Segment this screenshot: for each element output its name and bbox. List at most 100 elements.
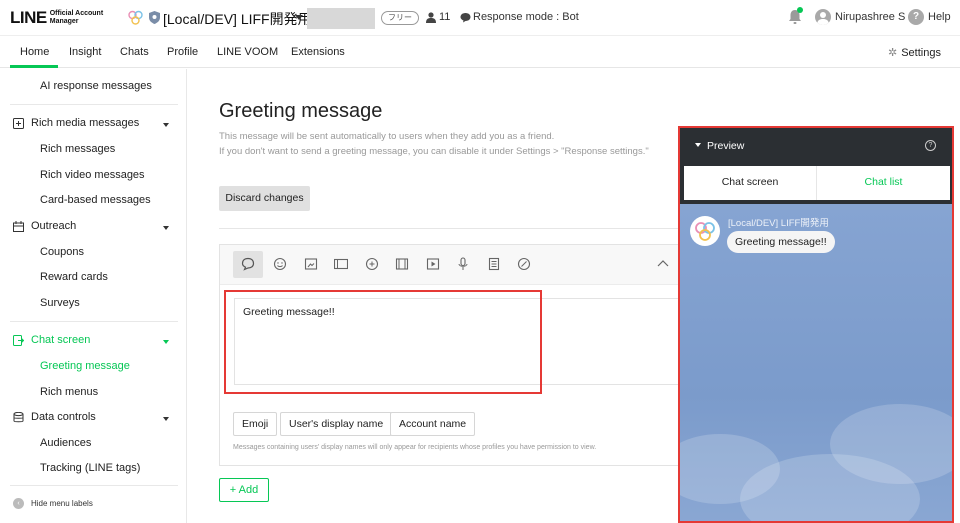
page-description-line-1: This message will be sent automatically …: [219, 131, 555, 142]
redacted-account-id: [307, 8, 375, 29]
sidebar-item-audiences[interactable]: Audiences: [40, 437, 91, 449]
account-name[interactable]: [Local/DEV] LIFF開発用: [163, 9, 312, 29]
friends-count: 11: [439, 11, 451, 23]
main-nav: Home Insight Chats Profile LINE VOOM Ext…: [0, 36, 960, 68]
sidebar-item-tracking[interactable]: Tracking (LINE tags): [40, 462, 140, 474]
tab-profile[interactable]: Profile: [167, 46, 198, 58]
add-coupon-icon[interactable]: [365, 257, 379, 271]
tab-line-voom[interactable]: LINE VOOM: [217, 46, 278, 58]
logo-sub-text: Official Account Manager: [50, 10, 103, 26]
page-title: Greeting message: [219, 100, 383, 122]
sidebar-item-rich-menus[interactable]: Rich menus: [40, 386, 98, 398]
user-name[interactable]: Nirupashree S: [835, 11, 905, 23]
sidebar-section-label: Rich media messages: [31, 117, 140, 129]
sidebar-section-rich-media[interactable]: Rich media messages: [13, 117, 139, 129]
outreach-icon: [13, 220, 24, 232]
help-link[interactable]: Help: [928, 11, 951, 23]
page-description-line-2: If you don't want to send a greeting mes…: [219, 146, 649, 157]
sidebar-item-rich-video[interactable]: Rich video messages: [40, 169, 145, 181]
sidebar-divider: [10, 104, 178, 105]
sidebar-section-chat-screen[interactable]: Chat screen: [13, 334, 90, 346]
sidebar-item-surveys[interactable]: Surveys: [40, 297, 80, 309]
preview-tabs: Chat screen Chat list: [680, 162, 952, 204]
account-switch-caret-icon[interactable]: [295, 15, 303, 20]
sidebar-divider: [10, 485, 178, 486]
chevron-down-icon[interactable]: [163, 340, 169, 344]
notification-dot: [797, 7, 803, 13]
chat-screen-icon: [13, 334, 24, 346]
account-avatar-icon[interactable]: [127, 9, 144, 26]
chevron-up-icon[interactable]: [657, 259, 669, 267]
video-icon[interactable]: [334, 257, 348, 271]
play-video-icon[interactable]: [426, 257, 440, 271]
tab-chat-screen[interactable]: Chat screen: [684, 166, 816, 200]
greeting-message-bubble: Greeting message!!: [727, 231, 835, 253]
preview-header[interactable]: Preview ?: [680, 128, 952, 162]
sticker-icon[interactable]: [273, 257, 287, 271]
rich-media-icon: [13, 117, 24, 129]
tab-insight[interactable]: Insight: [69, 46, 101, 58]
database-icon: [13, 411, 24, 422]
account-avatar: [690, 216, 720, 246]
user-silhouette-icon: [817, 12, 829, 25]
greeting-message-input[interactable]: Greeting message!!: [234, 298, 690, 385]
chevron-down-icon[interactable]: [163, 226, 169, 230]
sidebar-divider: [10, 321, 178, 322]
tab-extensions[interactable]: Extensions: [291, 46, 345, 58]
response-mode-status[interactable]: Response mode : Bot: [473, 11, 579, 23]
tab-chats[interactable]: Chats: [120, 46, 149, 58]
sidebar-item-card-based[interactable]: Card-based messages: [40, 194, 151, 206]
add-message-button[interactable]: + Add: [219, 478, 269, 502]
line-oa-manager-logo[interactable]: LINE Official Account Manager: [10, 8, 103, 28]
chevron-down-icon[interactable]: [163, 417, 169, 421]
friends-icon: [426, 12, 436, 23]
preview-panel: Preview ? Chat screen Chat list [Local/D…: [678, 126, 954, 523]
hide-menu-labels-button[interactable]: ‹ Hide menu labels: [13, 498, 93, 509]
message-type-toolbar: [220, 245, 689, 285]
logo-sub-line-1: Official Account: [49, 10, 104, 17]
sidebar-item-ai-response[interactable]: AI response messages: [40, 80, 152, 92]
tab-home[interactable]: Home: [20, 46, 49, 58]
discard-changes-button[interactable]: Discard changes: [219, 186, 310, 211]
sidebar-section-label: Chat screen: [31, 334, 91, 346]
preview-title: Preview: [707, 140, 745, 152]
settings-link[interactable]: ✲ Settings: [888, 46, 941, 59]
plan-badge: フリー: [381, 11, 419, 25]
text-message-icon[interactable]: [241, 257, 255, 271]
sidebar-section-outreach[interactable]: Outreach: [13, 220, 76, 232]
sidebar-section-data-controls[interactable]: Data controls: [13, 411, 96, 423]
chat-bubble-icon: [460, 13, 471, 23]
sidebar-item-rich-messages[interactable]: Rich messages: [40, 143, 115, 155]
rich-video-icon[interactable]: [395, 257, 409, 271]
survey-icon[interactable]: [487, 257, 501, 271]
logo-sub-line-2: Manager: [49, 18, 79, 25]
section-divider: [219, 228, 679, 229]
sidebar-section-label: Outreach: [31, 220, 77, 232]
preview-help-icon[interactable]: ?: [925, 140, 936, 151]
image-icon[interactable]: [304, 257, 318, 271]
top-bar: LINE Official Account Manager [Local/DEV…: [0, 0, 960, 36]
collapse-arrow-icon: ‹: [13, 498, 24, 509]
logo-main-text: LINE: [10, 8, 47, 27]
sidebar-item-coupons[interactable]: Coupons: [40, 246, 84, 258]
sidebar-item-reward-cards[interactable]: Reward cards: [40, 271, 108, 283]
card-message-icon[interactable]: [517, 257, 531, 271]
active-tab-indicator: [10, 65, 58, 68]
microphone-icon[interactable]: [456, 257, 470, 271]
user-avatar[interactable]: [815, 9, 831, 25]
help-icon[interactable]: ?: [908, 9, 924, 25]
insert-emoji-button[interactable]: Emoji: [233, 412, 278, 436]
sidebar: [0, 69, 187, 523]
sidebar-item-greeting-message[interactable]: Greeting message: [40, 360, 130, 372]
collapse-preview-caret-icon[interactable]: [695, 143, 701, 147]
hide-menu-labels-text: Hide menu labels: [31, 499, 93, 508]
insert-account-name-button[interactable]: Account name: [390, 412, 476, 436]
sender-name: [Local/DEV] LIFF開発用: [728, 218, 829, 229]
settings-label: Settings: [901, 47, 941, 59]
gear-icon: ✲: [888, 47, 898, 59]
tab-chat-list[interactable]: Chat list: [816, 166, 950, 200]
insert-display-name-button[interactable]: User's display name: [280, 412, 393, 436]
sidebar-section-label: Data controls: [31, 411, 96, 423]
chevron-down-icon[interactable]: [163, 123, 169, 127]
verified-shield-icon: [149, 11, 160, 24]
